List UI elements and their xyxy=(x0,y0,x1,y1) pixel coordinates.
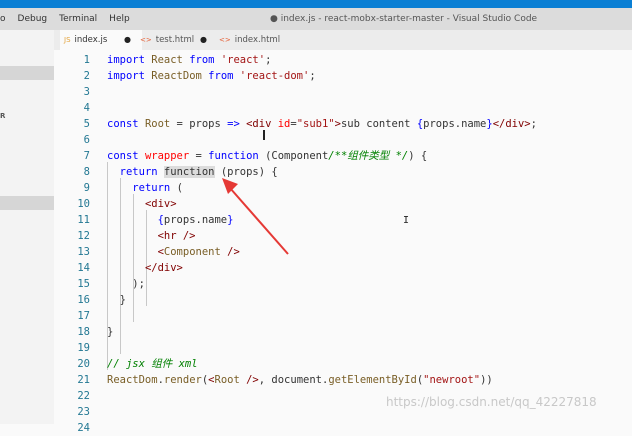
annotation-arrow-head xyxy=(222,178,238,194)
annotation-arrow-shaft xyxy=(229,187,289,255)
watermark: https://blog.csdn.net/qq_42227818 xyxy=(386,395,597,409)
annotation-arrow xyxy=(222,178,289,255)
